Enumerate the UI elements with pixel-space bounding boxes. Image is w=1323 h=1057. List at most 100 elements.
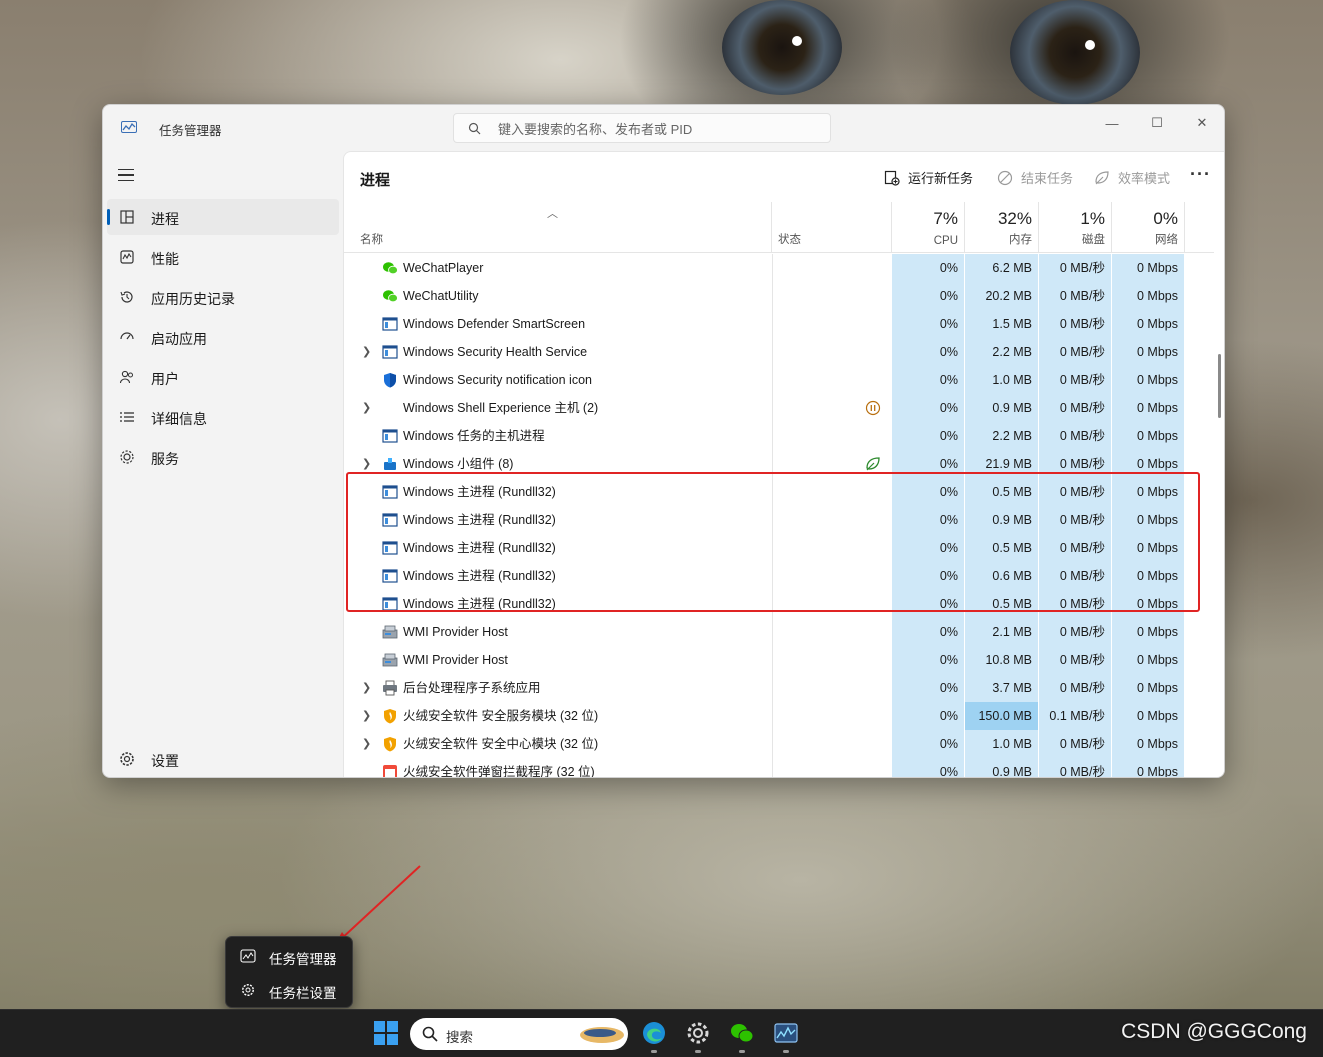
net-value: 0 Mbps [1137, 737, 1178, 751]
table-row[interactable]: Windows 任务的主机进程 0% 2.2 MB 0 MB/秒 0 Mbps [344, 422, 1184, 450]
mem-value: 3.7 MB [992, 681, 1032, 695]
net-value: 0 Mbps [1137, 765, 1178, 778]
more-options-icon[interactable]: ··· [1190, 164, 1211, 185]
table-row[interactable]: WeChatPlayer 0% 6.2 MB 0 MB/秒 0 Mbps [344, 254, 1184, 282]
mem-value: 10.8 MB [985, 653, 1032, 667]
wechat-icon[interactable] [729, 1020, 755, 1046]
process-name: Windows 主进程 (Rundll32) [403, 597, 556, 611]
column-header-cpu[interactable]: 7% CPU [892, 202, 965, 253]
process-name: Windows Shell Experience 主机 (2) [403, 401, 599, 415]
run-new-task-button[interactable]: 运行新任务 [884, 168, 973, 187]
sidebar-item-details[interactable]: 详细信息 [107, 399, 339, 435]
window-app-icon [382, 345, 398, 359]
cpu-value: 0% [939, 373, 958, 387]
search-input[interactable] [498, 120, 818, 138]
sidebar-item-processes[interactable]: 进程 [107, 199, 339, 235]
task-manager-window: 任务管理器 — ☐ ✕ 进程 性能 应用历史记录 启动应用 用户 [102, 104, 1225, 778]
sidebar-item-users[interactable]: 用户 [107, 359, 339, 395]
table-row[interactable]: ❯ Windows Shell Experience 主机 (2) 0% 0.9 MB… [344, 394, 1184, 422]
process-search-box[interactable] [453, 113, 831, 143]
expand-chevron-icon[interactable]: ❯ [362, 730, 371, 758]
edge-browser-icon[interactable] [641, 1020, 667, 1046]
start-windows-icon[interactable] [373, 1020, 399, 1046]
mem-value: 1.0 MB [992, 737, 1032, 751]
huorong-icon [384, 709, 396, 724]
table-row[interactable]: ❯ Windows 小组件 (8) 0% 21.9 MB 0 MB/秒 0 Mbps [344, 450, 1184, 478]
table-row[interactable]: ❯ 火绒安全软件 安全服务模块 (32 位) 0% 150.0 MB 0.1 MB/秒 0… [344, 702, 1184, 730]
processes-icon [120, 210, 134, 224]
close-button[interactable]: ✕ [1179, 109, 1224, 137]
wallpaper-eye-left [722, 0, 842, 95]
title-bar: 任务管理器 — ☐ ✕ [103, 105, 1224, 151]
process-name: Windows Security notification icon [403, 373, 592, 387]
end-task-button[interactable]: 结束任务 [997, 168, 1073, 187]
table-row[interactable]: WMI Provider Host 0% 10.8 MB 0 MB/秒 0 Mbps [344, 646, 1184, 674]
table-row[interactable]: WeChatUtility 0% 20.2 MB 0 MB/秒 0 Mbps [344, 282, 1184, 310]
sidebar-item-app-history[interactable]: 应用历史记录 [107, 279, 339, 315]
shield-icon [384, 373, 396, 388]
settings-gear-icon[interactable] [685, 1020, 711, 1046]
efficiency-mode-label: 效率模式 [1118, 171, 1171, 186]
column-header-disk[interactable]: 1% 磁盘 [1039, 202, 1112, 253]
column-header-name[interactable]: 名称 [344, 202, 772, 253]
sidebar-item-settings[interactable]: 设置 [107, 741, 339, 777]
disk-value: 0.1 MB/秒 [1049, 709, 1105, 723]
table-row[interactable]: Windows 主进程 (Rundll32) 0% 0.6 MB 0 MB/秒 0 Mb… [344, 562, 1184, 590]
process-name: 火绒安全软件 安全服务模块 (32 位) [403, 709, 599, 723]
expand-chevron-icon[interactable]: ❯ [362, 702, 371, 730]
menu-item-taskbar-settings[interactable]: 任务栏设置 [232, 975, 348, 1005]
column-header-network[interactable]: 0% 网络 [1112, 202, 1185, 253]
table-row[interactable]: Windows 主进程 (Rundll32) 0% 0.9 MB 0 MB/秒 0 Mb… [344, 506, 1184, 534]
process-name: Windows 小组件 (8) [403, 457, 514, 471]
cpu-value: 0% [939, 625, 958, 639]
menu-item-task-manager[interactable]: 任务管理器 [232, 941, 348, 971]
cpu-value: 0% [939, 261, 958, 275]
net-value: 0 Mbps [1137, 345, 1178, 359]
hamburger-menu-icon[interactable] [118, 169, 134, 181]
table-row[interactable]: Windows Defender SmartScreen 0% 1.5 MB 0 MB… [344, 310, 1184, 338]
table-row[interactable]: Windows 主进程 (Rundll32) 0% 0.5 MB 0 MB/秒 0 Mb… [344, 478, 1184, 506]
table-row[interactable]: Windows 主进程 (Rundll32) 0% 0.5 MB 0 MB/秒 0 Mb… [344, 590, 1184, 618]
disk-value: 0 MB/秒 [1059, 513, 1105, 527]
running-indicator [739, 1050, 745, 1053]
sidebar-item-performance[interactable]: 性能 [107, 239, 339, 275]
net-value: 0 Mbps [1137, 401, 1178, 415]
disk-value: 0 MB/秒 [1059, 429, 1105, 443]
expand-chevron-icon[interactable]: ❯ [362, 394, 371, 422]
column-header-status[interactable]: 状态 [772, 202, 892, 253]
column-header-memory[interactable]: 32% 内存 [965, 202, 1039, 253]
table-row[interactable]: ❯ 后台处理程序子系统应用 0% 3.7 MB 0 MB/秒 0 Mbps [344, 674, 1184, 702]
table-row[interactable]: Windows 主进程 (Rundll32) 0% 0.5 MB 0 MB/秒 0 Mb… [344, 534, 1184, 562]
mem-value: 1.0 MB [992, 373, 1032, 387]
table-row[interactable]: WMI Provider Host 0% 2.1 MB 0 MB/秒 0 Mbps [344, 618, 1184, 646]
sidebar-item-label: 详细信息 [151, 411, 207, 427]
expand-chevron-icon[interactable]: ❯ [362, 450, 371, 478]
sidebar-item-services[interactable]: 服务 [107, 439, 339, 475]
expand-chevron-icon[interactable]: ❯ [362, 338, 371, 366]
window-title: 任务管理器 [159, 124, 222, 138]
expand-chevron-icon[interactable]: ❯ [362, 674, 371, 702]
mem-value: 2.2 MB [992, 429, 1032, 443]
vertical-scrollbar[interactable] [1216, 254, 1224, 777]
task-manager-icon[interactable] [773, 1020, 799, 1046]
minimize-button[interactable]: — [1089, 109, 1135, 137]
sidebar-item-startup[interactable]: 启动应用 [107, 319, 339, 355]
cpu-value: 0% [939, 317, 958, 331]
net-value: 0 Mbps [1137, 709, 1178, 723]
process-name: 火绒安全软件 安全中心模块 (32 位) [403, 737, 599, 751]
table-row[interactable]: 火绒安全软件弹窗拦截程序 (32 位) 0% 0.9 MB 0 MB/秒 0 Mbps [344, 758, 1184, 778]
running-indicator [783, 1050, 789, 1053]
efficiency-mode-button[interactable]: 效率模式 [1094, 168, 1170, 187]
disk-value: 0 MB/秒 [1059, 261, 1105, 275]
running-indicator [651, 1050, 657, 1053]
scrollbar-thumb[interactable] [1218, 354, 1221, 418]
net-value: 0 Mbps [1137, 373, 1178, 387]
taskbar-search-box[interactable]: 搜索 [410, 1018, 628, 1050]
process-name: Windows 主进程 (Rundll32) [403, 485, 556, 499]
maximize-button[interactable]: ☐ [1134, 109, 1180, 137]
disk-value: 0 MB/秒 [1059, 653, 1105, 667]
table-row[interactable]: ❯ 火绒安全软件 安全中心模块 (32 位) 0% 1.0 MB 0 MB/秒 0 Mbp… [344, 730, 1184, 758]
table-row[interactable]: Windows Security notification icon 0% 1.0 … [344, 366, 1184, 394]
table-row[interactable]: ❯ Windows Security Health Service 0% 2.2 MB… [344, 338, 1184, 366]
task-manager-icon [240, 949, 256, 963]
